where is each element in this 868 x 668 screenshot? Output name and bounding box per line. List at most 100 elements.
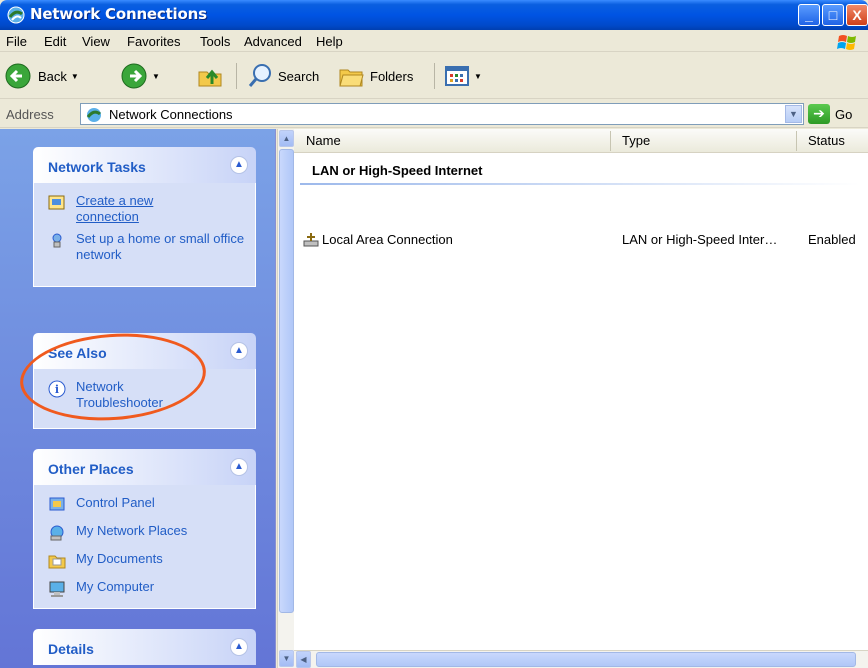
menu-bar: File Edit View Favorites Tools Advanced …	[0, 30, 868, 52]
address-dropdown-icon[interactable]: ▼	[785, 105, 802, 123]
home-network-icon	[52, 233, 62, 248]
computer-link[interactable]: My Computer	[76, 579, 154, 595]
up-button[interactable]	[196, 61, 224, 91]
column-type[interactable]: Type	[622, 133, 650, 148]
close-button[interactable]: X	[846, 4, 868, 26]
network-tasks-body: Create a new connection Set up a home or…	[33, 183, 256, 287]
toolbar-separator	[236, 63, 237, 89]
menu-advanced[interactable]: Advanced	[244, 34, 302, 49]
views-dropdown-icon[interactable]: ▼	[474, 72, 482, 81]
table-row[interactable]: Local Area Connection LAN or High-Speed …	[294, 229, 868, 253]
search-button[interactable]: Search	[246, 61, 319, 91]
minimize-button[interactable]: _	[798, 4, 820, 26]
back-dropdown-icon[interactable]: ▼	[71, 72, 79, 81]
address-value: Network Connections	[109, 107, 233, 122]
task-pane-scrollbar[interactable]: ▲ ▼	[277, 129, 294, 668]
connection-type: LAN or High-Speed Inter…	[622, 232, 778, 247]
network-tasks-panel: Network Tasks ▲ Create a new connection …	[33, 147, 256, 287]
toolbar-separator	[434, 63, 435, 89]
go-label: Go	[835, 106, 853, 122]
folders-label: Folders	[370, 68, 414, 84]
collapse-chevron-icon[interactable]: ▲	[230, 156, 248, 174]
scroll-thumb[interactable]	[279, 149, 294, 613]
address-label: Address	[6, 107, 54, 122]
computer-icon	[49, 581, 65, 597]
connection-name: Local Area Connection	[322, 232, 453, 247]
back-button[interactable]: Back ▼	[4, 61, 79, 91]
control-panel-icon	[49, 497, 65, 511]
group-divider	[300, 183, 860, 185]
other-places-body: Control Panel My Network Places My Docum…	[33, 485, 256, 609]
network-tasks-header[interactable]: Network Tasks ▲	[33, 147, 256, 183]
views-icon	[445, 66, 469, 86]
place-computer[interactable]: My Computer	[48, 579, 245, 598]
task-home-network[interactable]: Set up a home or small office network	[48, 231, 245, 263]
connection-list: Name Type Status LAN or High-Speed Inter…	[294, 129, 868, 668]
network-places-icon	[50, 525, 64, 541]
place-documents[interactable]: My Documents	[48, 551, 245, 570]
create-connection-link[interactable]: Create a new connection	[76, 193, 186, 225]
other-places-panel: Other Places ▲ Control Panel My Network …	[33, 449, 256, 609]
forward-dropdown-icon[interactable]: ▼	[152, 72, 160, 81]
place-network-places[interactable]: My Network Places	[48, 523, 245, 542]
control-panel-link[interactable]: Control Panel	[76, 495, 155, 511]
documents-link[interactable]: My Documents	[76, 551, 163, 567]
scroll-left-icon[interactable]: ◀	[296, 651, 311, 668]
address-bar: Address Network Connections ▼ ➔ Go	[0, 100, 868, 128]
network-connections-icon	[7, 6, 25, 24]
column-name[interactable]: Name	[306, 133, 341, 148]
details-panel: Details ▲	[33, 629, 256, 665]
column-divider[interactable]	[610, 131, 611, 151]
column-header-bar: Name Type Status	[294, 129, 868, 153]
connection-status: Enabled	[808, 232, 856, 247]
menu-favorites[interactable]: Favorites	[127, 34, 180, 49]
maximize-button[interactable]: □	[822, 4, 844, 26]
column-status[interactable]: Status	[808, 133, 845, 148]
menu-file[interactable]: File	[6, 34, 27, 49]
other-places-title: Other Places	[48, 461, 134, 477]
forward-arrow-icon	[121, 63, 147, 89]
group-header: LAN or High-Speed Internet	[312, 163, 483, 178]
new-connection-icon	[48, 195, 65, 210]
list-horizontal-scrollbar[interactable]: ◀	[294, 650, 868, 668]
scroll-down-icon[interactable]: ▼	[279, 650, 294, 667]
place-control-panel[interactable]: Control Panel	[48, 495, 245, 514]
collapse-chevron-icon[interactable]: ▲	[230, 342, 248, 360]
details-title: Details	[48, 641, 94, 657]
menu-tools[interactable]: Tools	[200, 34, 230, 49]
menu-view[interactable]: View	[82, 34, 110, 49]
address-input[interactable]: Network Connections ▼	[80, 103, 804, 125]
horizontal-scroll-thumb[interactable]	[316, 652, 856, 667]
task-create-connection[interactable]: Create a new connection	[48, 193, 245, 225]
home-network-link[interactable]: Set up a home or small office network	[76, 231, 245, 263]
toolbar: Back ▼ ▼ Search Folders ▼	[0, 53, 868, 99]
go-arrow-icon: ➔	[808, 104, 830, 124]
network-tasks-title: Network Tasks	[48, 159, 146, 175]
up-folder-icon	[198, 69, 222, 87]
views-button[interactable]: ▼	[444, 61, 482, 91]
back-arrow-icon	[5, 63, 31, 89]
search-label: Search	[278, 68, 320, 84]
collapse-chevron-icon[interactable]: ▲	[230, 458, 248, 476]
column-divider[interactable]	[796, 131, 797, 151]
back-label: Back	[38, 68, 67, 84]
windows-flag-icon	[837, 35, 856, 50]
folders-icon	[339, 69, 364, 87]
search-icon	[248, 64, 271, 87]
window-title: Network Connections	[30, 5, 207, 23]
go-button[interactable]: ➔ Go	[808, 104, 852, 124]
other-places-header[interactable]: Other Places ▲	[33, 449, 256, 485]
network-connections-icon	[86, 108, 101, 122]
collapse-chevron-icon[interactable]: ▲	[230, 638, 248, 656]
network-places-link[interactable]: My Network Places	[76, 523, 187, 539]
forward-button[interactable]: ▼	[120, 61, 160, 91]
title-bar[interactable]: Network Connections _ □ X	[0, 0, 868, 30]
menu-help[interactable]: Help	[316, 34, 343, 49]
folders-button[interactable]: Folders	[336, 61, 413, 91]
scroll-up-icon[interactable]: ▲	[279, 130, 294, 147]
task-pane: Network Tasks ▲ Create a new connection …	[0, 129, 276, 668]
documents-icon	[48, 555, 66, 569]
lan-connection-icon	[303, 233, 319, 247]
details-header[interactable]: Details ▲	[33, 629, 256, 665]
menu-edit[interactable]: Edit	[44, 34, 66, 49]
